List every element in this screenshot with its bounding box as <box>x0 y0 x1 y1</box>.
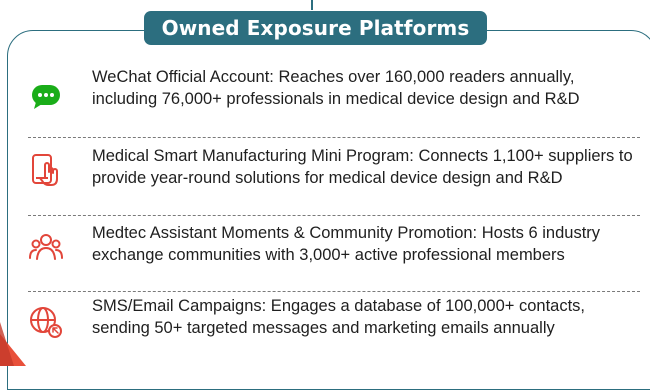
list-item: Medical Smart Manufacturing Mini Program… <box>28 138 640 216</box>
item-text: Medical Smart Manufacturing Mini Program… <box>92 147 633 187</box>
item-text: Medtec Assistant Moments & Community Pro… <box>92 224 601 264</box>
list-item: WeChat Official Account: Reaches over 16… <box>28 64 640 138</box>
section-title: Owned Exposure Platforms <box>144 11 487 45</box>
wechat-chat-bubble-icon <box>32 85 60 109</box>
list-item: Medtec Assistant Moments & Community Pro… <box>28 216 640 292</box>
community-people-icon <box>29 234 63 260</box>
item-text: SMS/Email Campaigns: Engages a database … <box>92 297 586 337</box>
globe-cursor-icon <box>30 307 62 338</box>
item-text: WeChat Official Account: Reaches over 16… <box>92 68 580 108</box>
touch-tablet-icon <box>32 154 58 186</box>
list-item: SMS/Email Campaigns: Engages a database … <box>28 292 640 366</box>
top-connector-line <box>311 0 313 10</box>
